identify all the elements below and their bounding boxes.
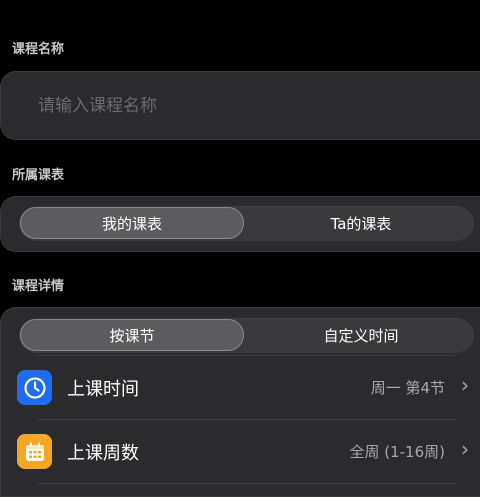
section-label-schedule: 所属课表 xyxy=(12,168,65,183)
tab-my-schedule[interactable]: 我的课表 xyxy=(20,207,244,239)
course-name-input[interactable] xyxy=(1,72,480,139)
class-weeks-row[interactable]: 上课周数 全周 (1-16周) › xyxy=(1,420,480,480)
class-time-row[interactable]: 上课时间 周一 第4节 › xyxy=(1,356,480,416)
schedule-card: 我的课表 Ta的课表 xyxy=(0,196,480,252)
class-weeks-title: 上课周数 xyxy=(67,443,139,464)
calendar-icon xyxy=(17,434,52,469)
detail-segmented-control: 按课节 自定义时间 xyxy=(19,318,474,353)
section-label-course-detail: 课程详情 xyxy=(12,279,65,294)
schedule-segmented-control: 我的课表 Ta的课表 xyxy=(19,206,474,241)
class-time-title: 上课时间 xyxy=(67,379,139,400)
class-weeks-value: 全周 (1-16周) xyxy=(349,443,445,461)
tab-custom-time[interactable]: 自定义时间 xyxy=(249,319,473,351)
chevron-right-icon: › xyxy=(461,437,469,461)
detail-card: 按课节 自定义时间 上课时间 周一 第4节 › 上课周数 全周 (1-16周) … xyxy=(0,307,480,497)
tab-ta-schedule[interactable]: Ta的课表 xyxy=(249,207,473,239)
section-label-course-name: 课程名称 xyxy=(12,42,65,57)
clock-icon xyxy=(17,370,52,405)
class-time-value: 周一 第4节 xyxy=(370,379,445,397)
chevron-right-icon: › xyxy=(461,373,469,397)
course-name-card xyxy=(0,71,480,140)
tab-by-period[interactable]: 按课节 xyxy=(20,319,244,351)
